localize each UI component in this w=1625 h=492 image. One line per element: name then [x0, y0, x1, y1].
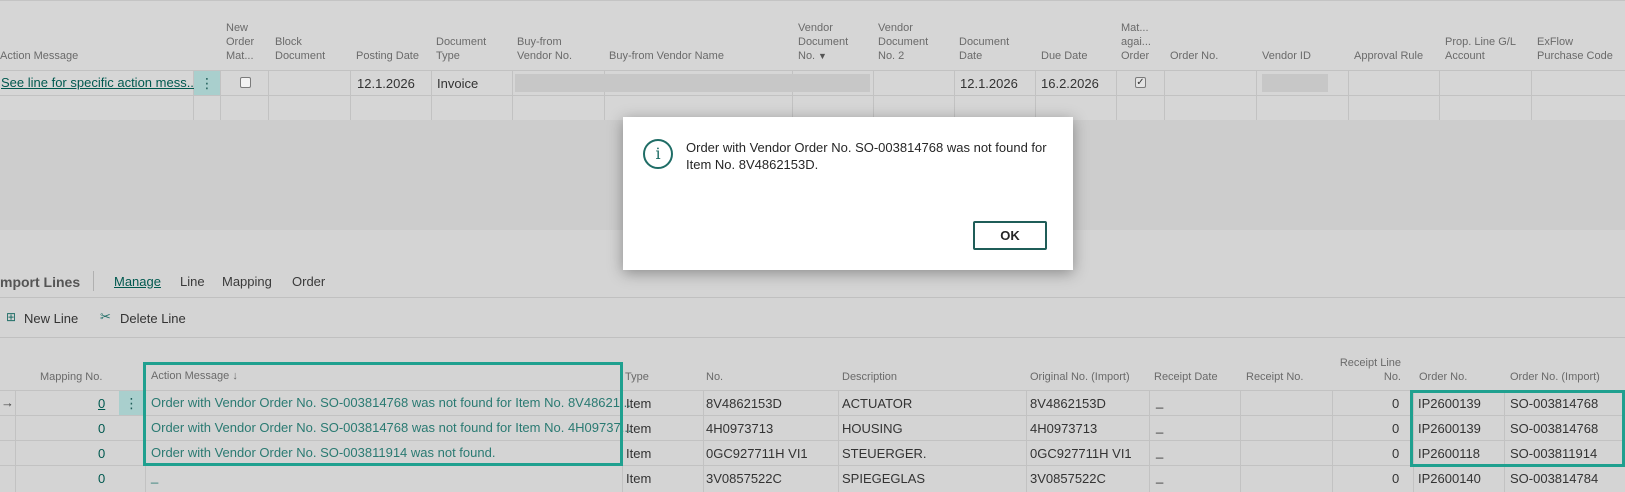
col-document-date[interactable]: Document Date [959, 35, 1009, 63]
highlight-box-order-numbers [1410, 390, 1625, 467]
line-description: SPIEGEGLAS [842, 471, 926, 486]
new-line-button[interactable]: New Line [24, 311, 78, 326]
col-receipt-line-no[interactable]: Receipt Line No. [1338, 356, 1401, 384]
line-type: Item [626, 396, 652, 411]
highlight-box-action-messages [143, 362, 623, 466]
line-no: 8V4862153D [706, 396, 782, 411]
line-order-no-import: SO-003814784 [1510, 471, 1599, 486]
line-receipt-line-no: 0 [1392, 446, 1400, 461]
line-action-message[interactable]: _ [151, 468, 158, 486]
col-line-order-no[interactable]: Order No. [1419, 370, 1467, 384]
mapping-no-link[interactable]: 0 [98, 470, 105, 488]
line-description: ACTUATOR [842, 396, 913, 411]
col-description[interactable]: Description [842, 370, 897, 384]
new-order-match-checkbox[interactable] [240, 77, 251, 88]
current-row-arrow-icon: → [1, 395, 14, 410]
line-receipt-date[interactable]: _ [1156, 443, 1163, 461]
match-against-order-checkbox[interactable]: ✓ [1135, 77, 1146, 88]
col-action-message[interactable]: Action Message [0, 49, 78, 63]
lines-part-title: mport Lines [0, 274, 81, 290]
line-receipt-line-no: 0 [1392, 421, 1400, 436]
col-vendor-document-no2[interactable]: Vendor Document No. 2 [878, 21, 928, 63]
col-vendor-id[interactable]: Vendor ID [1262, 49, 1311, 63]
col-mapping-no[interactable]: Mapping No. [40, 370, 102, 384]
vendor-id-redacted [1262, 74, 1328, 92]
line-receipt-line-no: 0 [1392, 396, 1400, 411]
col-new-order-match[interactable]: New Order Mat... [226, 21, 254, 63]
tab-order[interactable]: Order [292, 274, 325, 289]
delete-line-button[interactable]: Delete Line [120, 311, 186, 326]
col-posting-date[interactable]: Posting Date [356, 49, 419, 63]
col-no[interactable]: No. [706, 370, 723, 384]
line-order-no: IP2600140 [1418, 471, 1481, 486]
tab-manage[interactable]: Manage [114, 274, 161, 289]
tab-mapping[interactable]: Mapping [222, 274, 272, 289]
line-menu-button[interactable]: ⋮ [119, 391, 144, 415]
message-dialog: i Order with Vendor Order No. SO-0038147… [623, 117, 1073, 270]
col-block-document[interactable]: Block Document [275, 35, 325, 63]
line-original-no: 0GC927711H VI1 [1030, 446, 1132, 461]
line-original-no: 4H0973713 [1030, 421, 1098, 436]
col-original-no[interactable]: Original No. (Import) [1030, 370, 1130, 384]
line-receipt-line-no: 0 [1392, 471, 1400, 486]
dialog-message: Order with Vendor Order No. SO-003814768… [686, 140, 1047, 172]
divider [0, 337, 1625, 338]
delete-line-icon: ✂ [100, 309, 111, 324]
line-original-no: 3V0857522C [1030, 471, 1106, 486]
tab-divider [93, 271, 94, 291]
line-receipt-date[interactable]: _ [1156, 468, 1163, 486]
document-header-grid: Action Message New Order Mat... Block Do… [0, 0, 1625, 121]
col-buy-from-vendor-name[interactable]: Buy-from Vendor Name [609, 49, 724, 63]
line-description: STEUERGER. [842, 446, 927, 461]
vendor-redacted [515, 74, 870, 92]
line-type: Item [626, 471, 652, 486]
row-divider [0, 70, 1625, 71]
col-prop-line-account[interactable]: Prop. Line G/L Account [1445, 35, 1516, 63]
filter-icon: ▼ [818, 51, 827, 61]
header-posting-date: 12.1.2026 [357, 76, 415, 91]
col-due-date[interactable]: Due Date [1041, 49, 1087, 63]
col-type[interactable]: Type [625, 370, 649, 384]
info-icon: i [643, 139, 673, 169]
col-receipt-no[interactable]: Receipt No. [1246, 370, 1303, 384]
header-due-date: 16.2.2026 [1041, 76, 1099, 91]
mapping-no-link[interactable]: 0 [98, 445, 105, 463]
header-document-type: Invoice [437, 76, 479, 91]
line-no: 4H0973713 [706, 421, 774, 436]
col-match-against-order[interactable]: Mat... agai... Order [1121, 21, 1151, 63]
tab-line[interactable]: Line [180, 274, 205, 289]
line-type: Item [626, 421, 652, 436]
col-order-no-import[interactable]: Order No. (Import) [1510, 370, 1600, 384]
header-document-date: 12.1.2026 [960, 76, 1018, 91]
line-receipt-date[interactable]: _ [1156, 393, 1163, 411]
col-order-no[interactable]: Order No. [1170, 49, 1218, 63]
line-no: 0GC927711H VI1 [706, 446, 808, 461]
col-exflow-purchase-code[interactable]: ExFlow Purchase Code [1537, 35, 1613, 63]
ok-button[interactable]: OK [973, 221, 1047, 250]
mapping-no-link[interactable]: 0 [98, 420, 105, 438]
line-original-no: 8V4862153D [1030, 396, 1106, 411]
row-menu-button[interactable]: ⋮ [194, 71, 220, 95]
col-approval-rule[interactable]: Approval Rule [1354, 49, 1423, 63]
line-type: Item [626, 446, 652, 461]
col-document-type[interactable]: Document Type [436, 35, 486, 63]
line-receipt-date[interactable]: _ [1156, 418, 1163, 436]
line-no: 3V0857522C [706, 471, 782, 486]
col-receipt-date[interactable]: Receipt Date [1154, 370, 1218, 384]
row-divider [0, 95, 1625, 96]
divider [0, 297, 1625, 298]
new-line-icon: ⊞ [6, 310, 17, 324]
col-buy-from-vendor-no[interactable]: Buy-from Vendor No. [517, 35, 572, 63]
header-action-message-link[interactable]: See line for specific action mess... [1, 74, 198, 92]
line-description: HOUSING [842, 421, 903, 436]
mapping-no-link[interactable]: 0 [98, 395, 105, 413]
